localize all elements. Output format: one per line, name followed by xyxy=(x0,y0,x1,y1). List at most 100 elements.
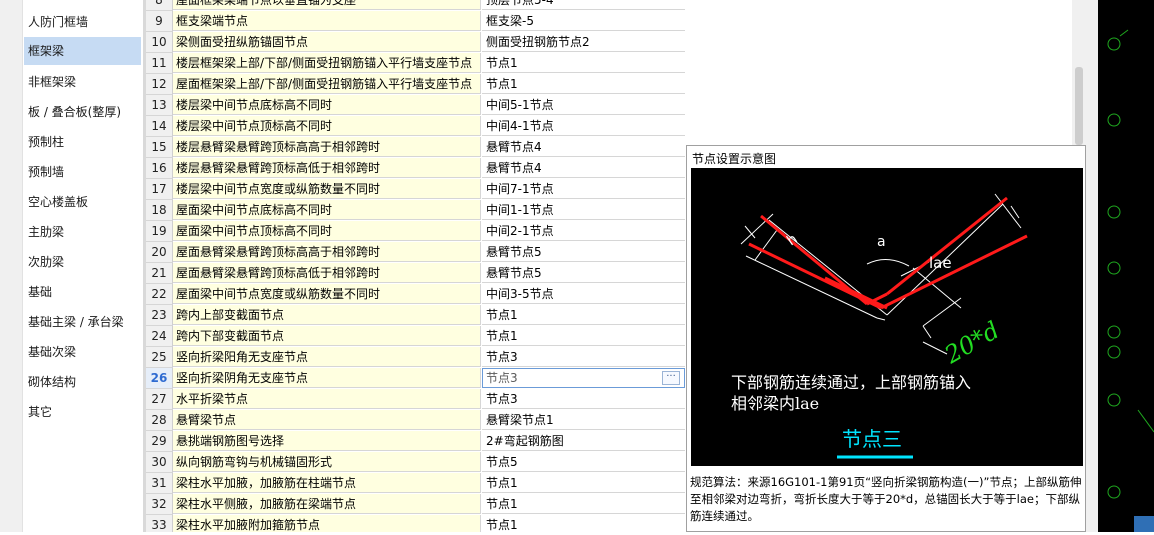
setting-value-cell[interactable]: 节点5 xyxy=(482,452,685,472)
setting-value-cell[interactable]: 节点1 xyxy=(482,326,685,346)
table-row[interactable]: 26 竖向折梁阴角无支座节点 节点3 ··· xyxy=(146,368,685,389)
setting-value-cell[interactable]: 节点1 xyxy=(482,74,685,94)
setting-name-cell[interactable]: 屋面梁中间节点底标高不同时 xyxy=(173,200,481,220)
setting-value-cell[interactable]: 顶层节点5-4 xyxy=(482,0,685,10)
sidebar-item[interactable]: 预制墙 xyxy=(24,158,141,186)
setting-value-cell[interactable]: 节点1 xyxy=(482,494,685,514)
setting-name-cell[interactable]: 屋面悬臂梁悬臂跨顶标高低于相邻跨时 xyxy=(173,263,481,283)
setting-value-cell[interactable]: 悬臂梁节点1 xyxy=(482,410,685,430)
setting-value-cell[interactable]: 悬臂节点5 xyxy=(482,263,685,283)
setting-name-cell[interactable]: 楼层框架梁上部/下部/侧面受扭钢筋锚入平行墙支座节点 xyxy=(173,53,481,73)
setting-value-cell[interactable]: 2#弯起钢筋图 xyxy=(482,431,685,451)
sidebar-item[interactable]: 砌体结构 xyxy=(24,368,141,396)
sidebar-item[interactable]: 基础 xyxy=(24,278,141,306)
setting-name-cell[interactable]: 屋面框架梁端节点以垂直锚为支座 xyxy=(173,0,481,10)
setting-value-cell[interactable]: 悬臂节点4 xyxy=(482,137,685,157)
setting-value-cell[interactable]: 节点3 xyxy=(482,347,685,367)
setting-value-cell[interactable]: 中间2-1节点 xyxy=(482,221,685,241)
table-row[interactable]: 18 屋面梁中间节点底标高不同时 中间1-1节点 xyxy=(146,200,685,221)
setting-value-cell[interactable]: 侧面受扭钢筋节点2 xyxy=(482,32,685,52)
setting-value-cell[interactable]: 节点3 xyxy=(482,389,685,409)
setting-value-cell[interactable]: 中间7-1节点 xyxy=(482,179,685,199)
setting-name-cell[interactable]: 跨内上部变截面节点 xyxy=(173,305,481,325)
setting-value-cell[interactable]: 悬臂节点5 xyxy=(482,242,685,262)
table-row[interactable]: 11 楼层框架梁上部/下部/侧面受扭钢筋锚入平行墙支座节点 节点1 xyxy=(146,53,685,74)
setting-value-cell[interactable]: 框支梁-5 xyxy=(482,11,685,31)
setting-name-cell[interactable]: 屋面框架梁上部/下部/侧面受扭钢筋锚入平行墙支座节点 xyxy=(173,74,481,94)
table-row[interactable]: 12 屋面框架梁上部/下部/侧面受扭钢筋锚入平行墙支座节点 节点1 xyxy=(146,74,685,95)
scrollbar-thumb[interactable] xyxy=(1075,67,1083,145)
sidebar-item[interactable]: 基础主梁 / 承台梁 xyxy=(24,308,141,336)
table-row[interactable]: 10 梁侧面受扭纵筋锚固节点 侧面受扭钢筋节点2 xyxy=(146,32,685,53)
table-row[interactable]: 15 楼层悬臂梁悬臂跨顶标高高于相邻跨时 悬臂节点4 xyxy=(146,137,685,158)
setting-name-cell[interactable]: 楼层梁中间节点宽度或纵筋数量不同时 xyxy=(173,179,481,199)
table-row[interactable]: 24 跨内下部变截面节点 节点1 xyxy=(146,326,685,347)
setting-value-cell[interactable]: 悬臂节点4 xyxy=(482,158,685,178)
table-row[interactable]: 20 屋面悬臂梁悬臂跨顶标高高于相邻跨时 悬臂节点5 xyxy=(146,242,685,263)
table-row[interactable]: 29 悬挑端钢筋图号选择 2#弯起钢筋图 xyxy=(146,431,685,452)
setting-name-cell[interactable]: 梁侧面受扭纵筋锚固节点 xyxy=(173,32,481,52)
table-row[interactable]: 17 楼层梁中间节点宽度或纵筋数量不同时 中间7-1节点 xyxy=(146,179,685,200)
sidebar-item[interactable]: 预制柱 xyxy=(24,128,141,156)
table-row[interactable]: 32 梁柱水平侧腋，加腋筋在梁端节点 节点1 xyxy=(146,494,685,515)
table-row[interactable]: 23 跨内上部变截面节点 节点1 xyxy=(146,305,685,326)
setting-value-cell[interactable]: 节点3 ··· xyxy=(482,368,685,388)
setting-value-cell[interactable]: 中间5-1节点 xyxy=(482,95,685,115)
table-row[interactable]: 9 框支梁端节点 框支梁-5 xyxy=(146,11,685,32)
component-type-sidebar: 人防门框墙 框架梁非框架梁板 / 叠合板(整厚) 预制柱 预制墙 空心楼盖板 主肋梁 次肋梁… xyxy=(0,0,146,532)
table-row[interactable]: 8 屋面框架梁端节点以垂直锚为支座 顶层节点5-4 xyxy=(146,0,685,11)
sidebar-item[interactable]: 空心楼盖板 xyxy=(24,188,141,216)
setting-name-cell[interactable]: 跨内下部变截面节点 xyxy=(173,326,481,346)
setting-name-cell[interactable]: 悬臂梁节点 xyxy=(173,410,481,430)
sidebar-item[interactable]: 基础次梁 xyxy=(24,338,141,366)
table-row[interactable]: 31 梁柱水平加腋，加腋筋在柱端节点 节点1 xyxy=(146,473,685,494)
setting-name-cell[interactable]: 框支梁端节点 xyxy=(173,11,481,31)
setting-name-cell[interactable]: 梁柱水平加腋附加箍筋节点 xyxy=(173,515,481,532)
cad-corner-badge[interactable] xyxy=(1134,516,1154,532)
ellipsis-button[interactable]: ··· xyxy=(662,371,680,385)
setting-name-cell[interactable]: 楼层梁中间节点顶标高不同时 xyxy=(173,116,481,136)
setting-value-cell[interactable]: 中间1-1节点 xyxy=(482,200,685,220)
setting-name-cell[interactable]: 屋面悬臂梁悬臂跨顶标高高于相邻跨时 xyxy=(173,242,481,262)
sidebar-item[interactable]: 非框架梁 xyxy=(24,68,141,96)
sidebar-item[interactable]: 板 / 叠合板(整厚) xyxy=(24,98,141,126)
setting-value-cell[interactable]: 节点1 xyxy=(482,473,685,493)
setting-name-cell[interactable]: 梁柱水平侧腋，加腋筋在梁端节点 xyxy=(173,494,481,514)
setting-value-cell[interactable]: 中间3-5节点 xyxy=(482,284,685,304)
table-row[interactable]: 19 屋面梁中间节点顶标高不同时 中间2-1节点 xyxy=(146,221,685,242)
setting-value-cell[interactable]: 节点1 xyxy=(482,305,685,325)
cad-viewport[interactable] xyxy=(1098,0,1154,532)
setting-value-cell[interactable]: 节点1 xyxy=(482,53,685,73)
table-row[interactable]: 27 水平折梁节点 节点3 xyxy=(146,389,685,410)
setting-name-cell[interactable]: 楼层悬臂梁悬臂跨顶标高低于相邻跨时 xyxy=(173,158,481,178)
sidebar-item[interactable]: 框架梁 xyxy=(24,37,141,65)
setting-name-cell[interactable]: 屋面梁中间节点顶标高不同时 xyxy=(173,221,481,241)
vertical-scrollbar[interactable] xyxy=(1072,0,1086,145)
table-row[interactable]: 30 纵向钢筋弯钩与机械锚固形式 节点5 xyxy=(146,452,685,473)
table-row[interactable]: 21 屋面悬臂梁悬臂跨顶标高低于相邻跨时 悬臂节点5 xyxy=(146,263,685,284)
table-row[interactable]: 25 竖向折梁阳角无支座节点 节点3 xyxy=(146,347,685,368)
setting-name-cell[interactable]: 楼层悬臂梁悬臂跨顶标高高于相邻跨时 xyxy=(173,137,481,157)
sidebar-item[interactable]: 次肋梁 xyxy=(24,248,141,276)
setting-name-cell[interactable]: 纵向钢筋弯钩与机械锚固形式 xyxy=(173,452,481,472)
setting-name-cell[interactable]: 竖向折梁阳角无支座节点 xyxy=(173,347,481,367)
table-row[interactable]: 28 悬臂梁节点 悬臂梁节点1 xyxy=(146,410,685,431)
table-row[interactable]: 13 楼层梁中间节点底标高不同时 中间5-1节点 xyxy=(146,95,685,116)
table-row[interactable]: 33 梁柱水平加腋附加箍筋节点 节点1 xyxy=(146,515,685,532)
sidebar-item[interactable]: 主肋梁 xyxy=(24,218,141,246)
setting-value-text: 节点1 xyxy=(486,77,518,91)
setting-name-cell[interactable]: 梁柱水平加腋，加腋筋在柱端节点 xyxy=(173,473,481,493)
setting-name-cell[interactable]: 屋面梁中间节点宽度或纵筋数量不同时 xyxy=(173,284,481,304)
setting-name-cell[interactable]: 水平折梁节点 xyxy=(173,389,481,409)
setting-name-cell[interactable]: 楼层梁中间节点底标高不同时 xyxy=(173,95,481,115)
table-row[interactable]: 22 屋面梁中间节点宽度或纵筋数量不同时 中间3-5节点 xyxy=(146,284,685,305)
setting-name-cell[interactable]: 悬挑端钢筋图号选择 xyxy=(173,431,481,451)
sidebar-item[interactable]: 人防门框墙 xyxy=(24,8,141,36)
setting-value-cell[interactable]: 节点1 xyxy=(482,515,685,532)
setting-value-cell[interactable]: 中间4-1节点 xyxy=(482,116,685,136)
table-row[interactable]: 14 楼层梁中间节点顶标高不同时 中间4-1节点 xyxy=(146,116,685,137)
setting-name-cell[interactable]: 竖向折梁阴角无支座节点 xyxy=(173,368,481,388)
node-preview-panel: 节点设置示意图 a h lae 20*d 下部钢筋连续通过，上部钢筋锚入 相邻梁… xyxy=(686,145,1086,532)
table-row[interactable]: 16 楼层悬臂梁悬臂跨顶标高低于相邻跨时 悬臂节点4 xyxy=(146,158,685,179)
sidebar-item[interactable]: 其它 xyxy=(24,398,141,426)
